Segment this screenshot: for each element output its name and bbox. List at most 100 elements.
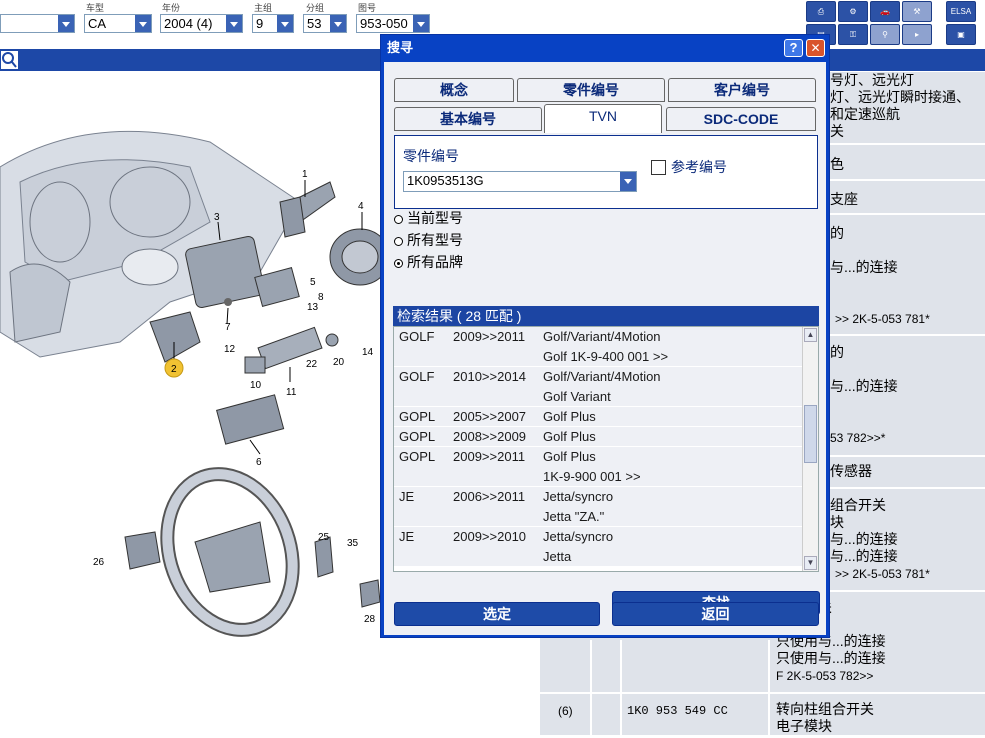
year-select[interactable]: 2004 (4) — [160, 14, 243, 33]
key-icon[interactable]: ⚿ — [838, 24, 868, 45]
list-item[interactable]: JE 2006>>2011 Jetta/syncro Jetta "ZA." — [394, 487, 804, 527]
scroll-thumb[interactable] — [804, 405, 817, 463]
part-desc-1[interactable]: 号灯、远光灯 灯、远光灯瞬时接通、 和定速巡航关 — [830, 72, 970, 140]
select-button[interactable]: 选定 — [394, 602, 600, 626]
part-desc-14[interactable]: F 2K-5-053 782>> — [776, 668, 873, 685]
results-scrollbar[interactable]: ▲ ▼ — [802, 327, 818, 571]
first-select[interactable] — [0, 14, 75, 33]
tab-sdc-code[interactable]: SDC-CODE — [666, 107, 816, 131]
last-row-desc[interactable]: 转向柱组合开关 电子模块 — [776, 701, 874, 735]
print-icon[interactable]: ⎙ — [806, 1, 836, 22]
forward-icon[interactable]: ▸ — [902, 24, 932, 45]
callout-1[interactable]: 1 — [302, 169, 308, 180]
callout-4[interactable]: 4 — [358, 201, 364, 212]
part-desc-2[interactable]: 色 — [830, 156, 844, 173]
chevron-down-icon[interactable] — [58, 15, 74, 32]
year-select-value: 2004 (4) — [164, 16, 213, 31]
callout-6[interactable]: 6 — [256, 457, 262, 468]
callout-2[interactable]: 2 — [171, 364, 177, 375]
callout-25[interactable]: 25 — [318, 532, 330, 543]
list-item[interactable]: GOPL 2005>>2007 Golf Plus — [394, 407, 804, 427]
scroll-down-icon[interactable]: ▼ — [804, 556, 817, 570]
model-select[interactable]: CA — [84, 14, 152, 33]
part-desc-12[interactable]: >> 2K-5-053 781* — [835, 566, 930, 583]
zoom-icon[interactable] — [0, 50, 19, 70]
tab-base-number[interactable]: 基本编号 — [394, 107, 542, 131]
radio-all-models-label: 所有型号 — [407, 232, 463, 248]
label-main-group: 主组 — [254, 3, 273, 13]
radio-current-model-label: 当前型号 — [407, 210, 463, 226]
list-item[interactable]: GOLF 2009>>2011 Golf/Variant/4Motion Gol… — [394, 327, 804, 367]
scroll-up-icon[interactable]: ▲ — [804, 328, 817, 342]
callout-20[interactable]: 20 — [333, 357, 345, 368]
last-row-part-no[interactable]: 1K0 953 549 CC — [627, 703, 728, 720]
tab-customer-number[interactable]: 客户编号 — [668, 78, 816, 102]
label-diagram: 图号 — [358, 3, 377, 13]
chevron-down-icon[interactable] — [226, 15, 242, 32]
elsa-icon[interactable]: ELSA — [946, 1, 976, 22]
callout-35[interactable]: 35 — [347, 538, 359, 549]
tab-tvn[interactable]: TVN — [544, 104, 662, 133]
radio-all-models[interactable]: 所有型号 — [394, 230, 463, 250]
tab-concept[interactable]: 概念 — [394, 78, 514, 102]
chevron-down-icon[interactable] — [277, 15, 293, 32]
tab-part-number[interactable]: 零件编号 — [517, 78, 665, 102]
chevron-down-icon[interactable] — [620, 172, 636, 191]
tools-icon[interactable]: ⚒ — [902, 1, 932, 22]
part-desc-3[interactable]: 支座 — [830, 191, 858, 208]
list-item[interactable]: GOPL 2008>>2009 Golf Plus — [394, 427, 804, 447]
monitor-icon[interactable]: ▣ — [946, 24, 976, 45]
close-button[interactable]: ✕ — [806, 39, 825, 57]
radio-all-brands[interactable]: 所有品牌 — [394, 252, 463, 272]
callout-7[interactable]: 7 — [225, 322, 231, 333]
part-desc-6[interactable]: >> 2K-5-053 781* — [835, 311, 930, 328]
callout-8[interactable]: 8 — [318, 292, 324, 303]
part-desc-7[interactable]: 的 — [830, 344, 844, 361]
column-divider — [620, 640, 622, 735]
part-desc-11[interactable]: 组合开关块与...的连接 与...的连接 — [830, 497, 898, 565]
results-list[interactable]: GOLF 2009>>2011 Golf/Variant/4Motion Gol… — [393, 326, 819, 572]
chevron-down-icon[interactable] — [330, 15, 346, 32]
list-item[interactable]: GOPL 2009>>2011 Golf Plus 1K-9-900 001 >… — [394, 447, 804, 487]
search-dialog: 搜寻 ? ✕ 概念 零件编号 客户编号 基本编号 TVN SDC-CODE 零件… — [380, 34, 830, 638]
elsa-label: ELSA — [950, 7, 972, 16]
label-year: 年份 — [162, 3, 181, 13]
callout-14[interactable]: 14 — [362, 347, 374, 358]
callout-22[interactable]: 22 — [306, 359, 318, 370]
part-number-input[interactable]: 1K0953513G — [403, 171, 637, 192]
callout-28[interactable]: 28 — [364, 614, 376, 625]
sub-group-select[interactable]: 53 — [303, 14, 347, 33]
chevron-down-icon[interactable] — [413, 15, 429, 32]
bike-icon[interactable]: ⚲ — [870, 24, 900, 45]
results-title: 检索结果 — [397, 308, 453, 324]
reference-checkbox[interactable] — [651, 160, 666, 175]
diagram-select[interactable]: 953-050 — [356, 14, 430, 33]
part-desc-5[interactable]: 与...的连接 — [830, 259, 898, 276]
list-item[interactable]: JE 2009>>2010 Jetta/syncro Jetta — [394, 527, 804, 567]
gear-icon[interactable]: ⚙ — [838, 1, 868, 22]
chevron-down-icon[interactable] — [135, 15, 151, 32]
main-group-select-value: 9 — [256, 16, 264, 31]
callout-3[interactable]: 3 — [214, 212, 220, 223]
back-button[interactable]: 返回 — [612, 602, 819, 626]
part-desc-9[interactable]: 53 782>>* — [830, 430, 885, 447]
callout-12[interactable]: 12 — [224, 344, 236, 355]
car-icon[interactable]: 🚗 — [870, 1, 900, 22]
model-select-value: CA — [88, 16, 107, 31]
part-desc-4[interactable]: 的 — [830, 225, 844, 242]
radio-all-brands-label: 所有品牌 — [407, 254, 463, 270]
diagram-select-value: 953-050 — [360, 16, 408, 31]
radio-current-model[interactable]: 当前型号 — [394, 208, 463, 228]
callout-11[interactable]: 11 — [286, 387, 297, 398]
main-group-select[interactable]: 9 — [252, 14, 294, 33]
callout-13[interactable]: 13 — [307, 302, 319, 313]
callout-26[interactable]: 26 — [93, 557, 105, 568]
help-button[interactable]: ? — [784, 39, 803, 57]
label-sub-group: 分组 — [306, 3, 325, 13]
part-desc-10[interactable]: 传感器 — [830, 463, 872, 480]
radio-icon — [394, 237, 403, 246]
part-desc-8[interactable]: 与...的连接 — [830, 378, 898, 395]
callout-5[interactable]: 5 — [310, 277, 316, 288]
callout-10[interactable]: 10 — [250, 380, 262, 391]
list-item[interactable]: GOLF 2010>>2014 Golf/Variant/4Motion Gol… — [394, 367, 804, 407]
